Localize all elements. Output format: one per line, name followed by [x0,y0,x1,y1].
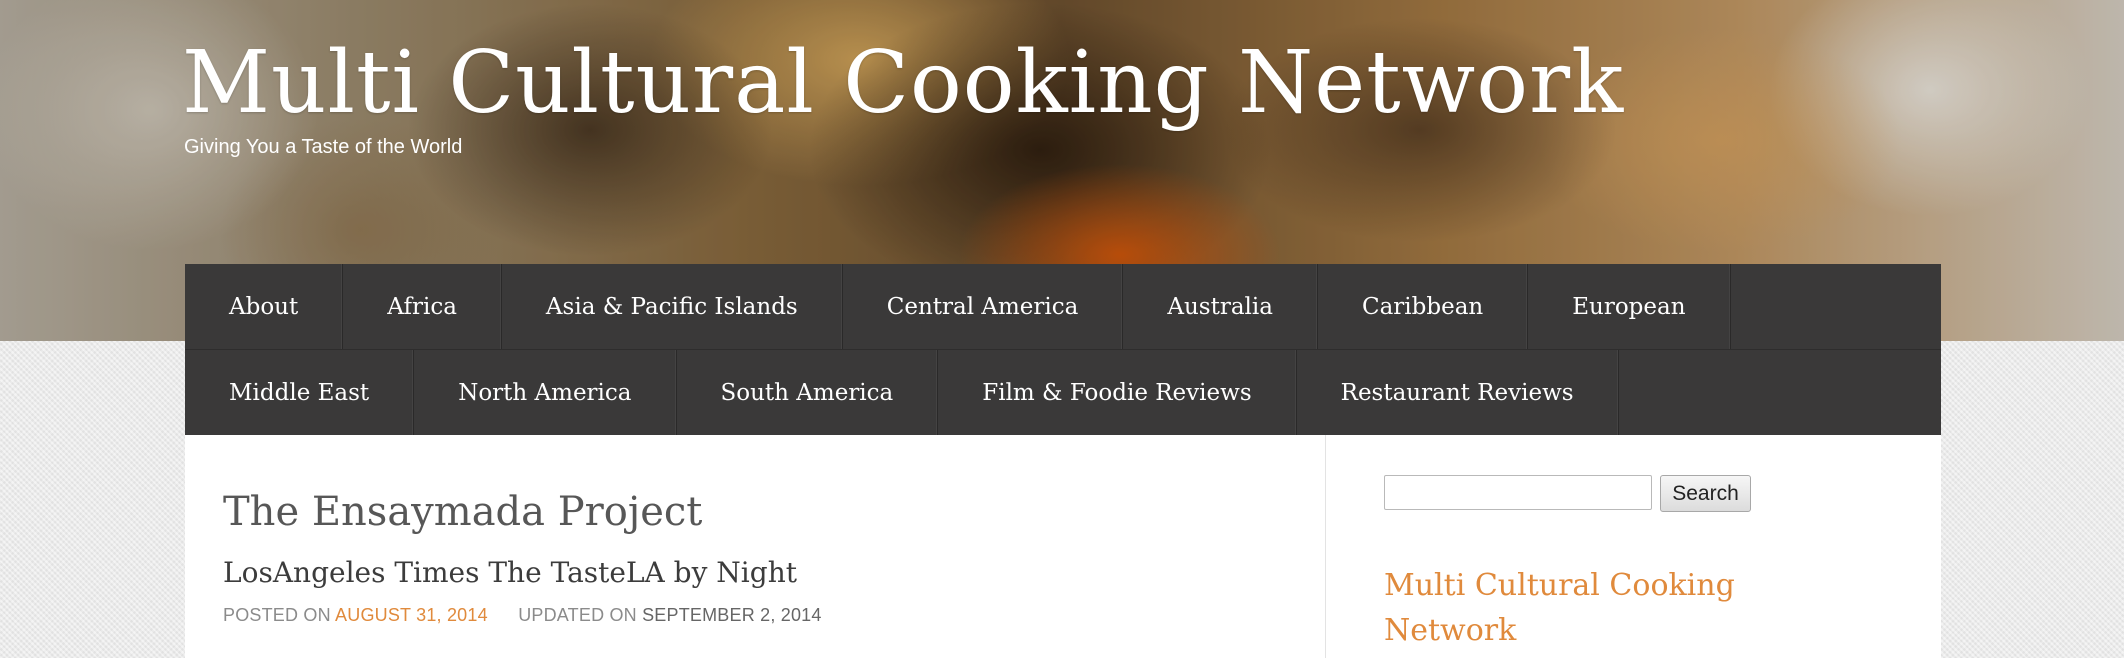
site-tagline: Giving You a Taste of the World [184,136,463,158]
posted-date-link[interactable]: AUGUST 31, 2014 [335,605,488,625]
updated-date: SEPTEMBER 2, 2014 [642,605,822,625]
nav-row-1: About Africa Asia & Pacific Islands Cent… [185,264,1941,350]
article-subtitle: LosAngeles Times The TasteLA by Night [223,556,797,589]
nav-item-central-america[interactable]: Central America [843,264,1124,349]
nav-item-north-america[interactable]: North America [414,350,677,435]
nav-item-africa[interactable]: Africa [343,264,502,349]
nav-item-asia-pacific-islands[interactable]: Asia & Pacific Islands [502,264,843,349]
nav-item-film-foodie-reviews[interactable]: Film & Foodie Reviews [938,350,1297,435]
article-title[interactable]: The Ensaymada Project [223,489,702,535]
nav-item-australia[interactable]: Australia [1123,264,1318,349]
nav-item-middle-east[interactable]: Middle East [185,350,415,435]
sidebar-widget-title: Multi Cultural Cooking Network [1384,568,1735,648]
main-navigation: About Africa Asia & Pacific Islands Cent… [185,264,1941,435]
content-area: The Ensaymada Project LosAngeles Times T… [185,435,1941,658]
site-title[interactable]: Multi Cultural Cooking Network [182,28,1624,138]
nav-item-south-america[interactable]: South America [677,350,939,435]
nav-row-2: Middle East North America South America … [185,350,1941,435]
post-meta: POSTED ON AUGUST 31, 2014 UPDATED ON SEP… [223,605,822,626]
search-button[interactable]: Search [1660,475,1751,512]
updated-on-label: UPDATED ON [518,605,637,625]
nav-item-caribbean[interactable]: Caribbean [1318,264,1529,349]
search-input[interactable] [1384,475,1652,510]
sidebar-divider [1325,435,1326,658]
nav-item-european[interactable]: European [1528,264,1731,349]
nav-item-about[interactable]: About [185,264,344,349]
nav-item-restaurant-reviews[interactable]: Restaurant Reviews [1297,350,1619,435]
posted-on-label: POSTED ON [223,605,331,625]
